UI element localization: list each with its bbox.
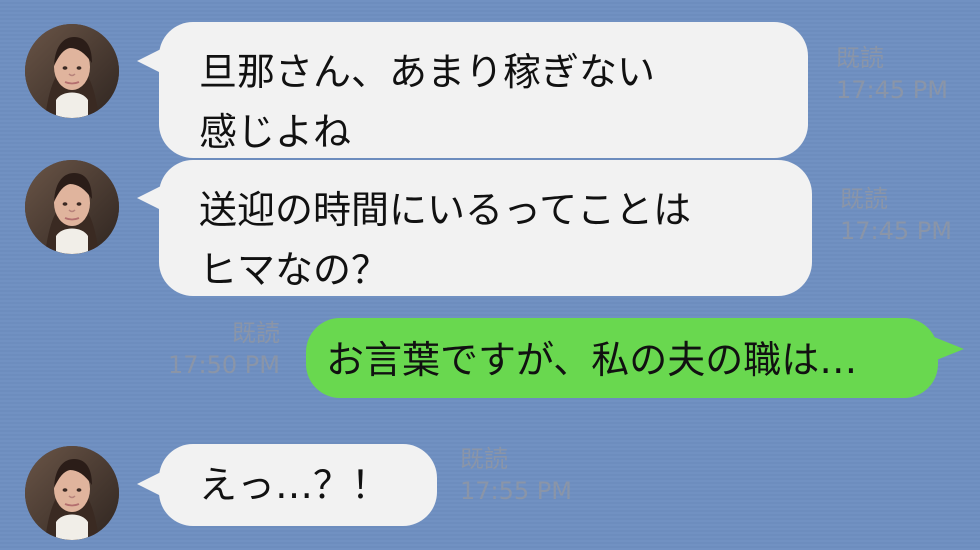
message-line: 送迎の時間にいるってことは [199, 188, 692, 232]
message-time: 17:45 PM [840, 217, 952, 245]
read-status: 既読 [232, 319, 280, 347]
avatar-3[interactable] [25, 446, 119, 540]
message-meta-3: 既読 17:50 PM [154, 317, 280, 381]
read-status: 既読 [836, 44, 884, 72]
message-tail-3 [934, 337, 964, 361]
message-line: ヒマなの？ [199, 248, 390, 292]
avatar-1[interactable] [25, 24, 119, 118]
chat-window: 旦那さん、あまり稼ぎない 感じよね 既読 17:45 PM 送迎の時間にいるって… [0, 0, 980, 550]
read-status: 既読 [840, 185, 888, 213]
incoming-message-2[interactable]: 送迎の時間にいるってことは ヒマなの？ [159, 160, 812, 296]
outgoing-message-1[interactable]: お言葉ですが、私の夫の職は… [306, 318, 938, 398]
message-tail-1 [137, 49, 161, 73]
message-line: お言葉ですが、私の夫の職は… [326, 338, 858, 382]
incoming-message-1[interactable]: 旦那さん、あまり稼ぎない 感じよね [159, 22, 808, 158]
message-tail-4 [137, 472, 161, 496]
message-meta-4: 既読 17:55 PM [460, 443, 572, 507]
message-time: 17:45 PM [836, 76, 948, 104]
read-status: 既読 [460, 445, 508, 473]
message-meta-2: 既読 17:45 PM [840, 183, 952, 247]
incoming-message-3[interactable]: えっ…？！ [159, 444, 437, 526]
message-line: えっ…？！ [199, 463, 390, 507]
message-line: 感じよね [199, 110, 352, 154]
message-line: 旦那さん、あまり稼ぎない [199, 50, 656, 94]
message-tail-2 [137, 186, 161, 210]
message-time: 17:55 PM [460, 477, 572, 505]
message-meta-1: 既読 17:45 PM [836, 42, 948, 106]
avatar-2[interactable] [25, 160, 119, 254]
message-time: 17:50 PM [168, 351, 280, 379]
